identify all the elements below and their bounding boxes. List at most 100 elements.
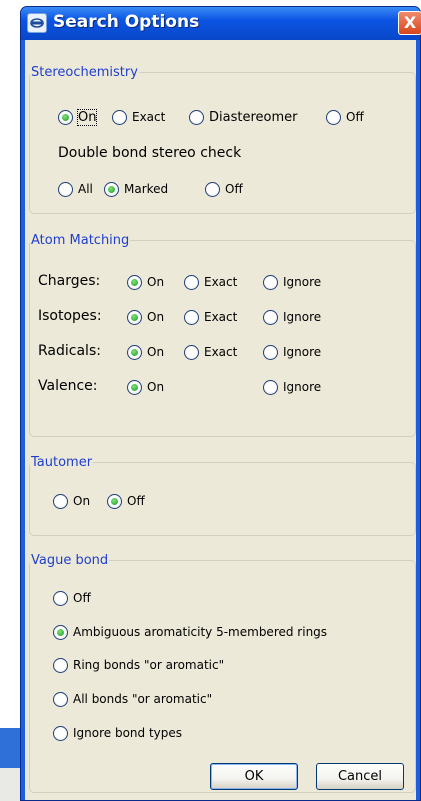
title-bar[interactable]: Search Options X [21,7,421,40]
vague-ignore-types-radio[interactable]: Ignore bond types [53,723,182,743]
radicals-exact-label: Exact [204,345,238,359]
radio-icon [53,590,68,606]
double-bond-options-row: All Marked Off [30,179,415,201]
tautomer-group: Tautomer On Off [29,455,416,536]
stereochemistry-legend: Stereochemistry [31,65,138,80]
vague-ambiguous-radio[interactable]: Ambiguous aromaticity 5-membered rings [53,622,327,642]
vague-off-radio[interactable]: Off [53,588,91,608]
vague-ring-bonds-label: Ring bonds "or aromatic" [73,658,225,672]
vague-ambiguous-label: Ambiguous aromaticity 5-membered rings [73,625,328,639]
stereo-on-label: On [76,108,98,126]
close-button[interactable]: X [398,11,421,35]
radio-selected-icon [107,493,122,509]
tautomer-off-radio[interactable]: Off [107,491,145,511]
valence-ignore-label: Ignore [283,380,322,394]
stereo-exact-label: Exact [132,110,166,124]
vague-ignore-types-row: Ignore bond types [30,723,415,745]
vague-off-label: Off [73,591,91,605]
stereo-off-radio[interactable]: Off [326,107,364,127]
radicals-row: Radicals: On Exact Ignore [30,342,415,364]
charges-exact-label: Exact [204,275,238,289]
radio-icon [112,109,127,125]
isotopes-on-radio[interactable]: On [127,307,164,327]
vague-ring-bonds-radio[interactable]: Ring bonds "or aromatic" [53,655,224,675]
radio-icon [205,181,220,197]
radio-icon [263,309,278,325]
tautomer-options-row: On Off [30,491,415,513]
radio-icon [53,725,68,741]
atom-matching-legend: Atom Matching [31,233,130,248]
isotopes-on-label: On [147,310,165,324]
vague-bond-group: Vague bond Off Ambiguous aromaticity 5-m… [29,553,416,793]
stereochemistry-group: Stereochemistry On Exact Diastereomer Of… [29,65,416,214]
radicals-label: Radicals: [38,343,101,359]
ok-button[interactable]: OK [210,763,298,790]
radio-selected-icon [127,379,142,395]
vague-ambiguous-row: Ambiguous aromaticity 5-membered rings [30,622,415,644]
radio-icon [184,274,199,290]
tautomer-off-label: Off [127,494,145,508]
radio-icon [184,344,199,360]
isotopes-ignore-label: Ignore [283,310,322,324]
double-bond-off-label: Off [225,182,243,196]
stereo-off-label: Off [346,110,364,124]
vague-all-bonds-radio[interactable]: All bonds "or aromatic" [53,689,212,709]
radicals-exact-radio[interactable]: Exact [184,342,237,362]
charges-label: Charges: [38,273,101,289]
radio-selected-icon [127,344,142,360]
stereo-exact-radio[interactable]: Exact [112,107,165,127]
radio-icon [189,109,204,125]
double-bond-marked-radio[interactable]: Marked [104,179,168,199]
vague-off-row: Off [30,588,415,610]
radio-selected-icon [127,274,142,290]
tautomer-legend: Tautomer [31,455,93,470]
radio-icon [263,274,278,290]
isotopes-row: Isotopes: On Exact Ignore [30,307,415,329]
valence-row: Valence: On Ignore [30,377,415,399]
radicals-ignore-radio[interactable]: Ignore [263,342,321,362]
radio-icon [263,344,278,360]
radio-selected-icon [104,181,119,197]
double-bond-all-radio[interactable]: All [58,179,93,199]
radio-icon [58,181,73,197]
dialog-body: Stereochemistry On Exact Diastereomer Of… [25,40,416,800]
isotopes-label: Isotopes: [38,308,102,324]
double-bond-off-radio[interactable]: Off [205,179,243,199]
vague-ignore-types-label: Ignore bond types [73,726,183,740]
radio-icon [53,657,68,673]
radio-icon [53,493,68,509]
radio-icon [263,379,278,395]
vague-all-bonds-row: All bonds "or aromatic" [30,689,415,711]
charges-row: Charges: On Exact Ignore [30,272,415,294]
atom-matching-group: Atom Matching Charges: On Exact Ignore I… [29,233,416,437]
valence-ignore-radio[interactable]: Ignore [263,377,321,397]
double-bond-stereo-label: Double bond stereo check [58,145,242,161]
tautomer-on-radio[interactable]: On [53,491,90,511]
double-bond-marked-label: Marked [124,182,169,196]
dialog-title: Search Options [53,12,200,32]
isotopes-exact-label: Exact [204,310,238,324]
radio-selected-icon [58,109,73,125]
stereo-diastereomer-radio[interactable]: Diastereomer [189,107,297,127]
cancel-button[interactable]: Cancel [316,763,404,790]
radicals-on-label: On [147,345,165,359]
isotopes-ignore-radio[interactable]: Ignore [263,307,321,327]
charges-exact-radio[interactable]: Exact [184,272,237,292]
radio-selected-icon [53,624,68,640]
isotopes-exact-radio[interactable]: Exact [184,307,237,327]
valence-on-radio[interactable]: On [127,377,164,397]
vague-bond-legend: Vague bond [31,553,109,568]
charges-on-radio[interactable]: On [127,272,164,292]
stereo-on-radio[interactable]: On [58,107,98,127]
radicals-on-radio[interactable]: On [127,342,164,362]
charges-ignore-radio[interactable]: Ignore [263,272,321,292]
valence-on-label: On [147,380,165,394]
radio-icon [53,691,68,707]
stereo-diastereomer-label: Diastereomer [209,109,298,125]
app-icon [27,13,47,33]
vague-ring-bonds-row: Ring bonds "or aromatic" [30,655,415,677]
radio-icon [326,109,341,125]
radicals-ignore-label: Ignore [283,345,322,359]
tautomer-on-label: On [73,494,91,508]
charges-on-label: On [147,275,165,289]
